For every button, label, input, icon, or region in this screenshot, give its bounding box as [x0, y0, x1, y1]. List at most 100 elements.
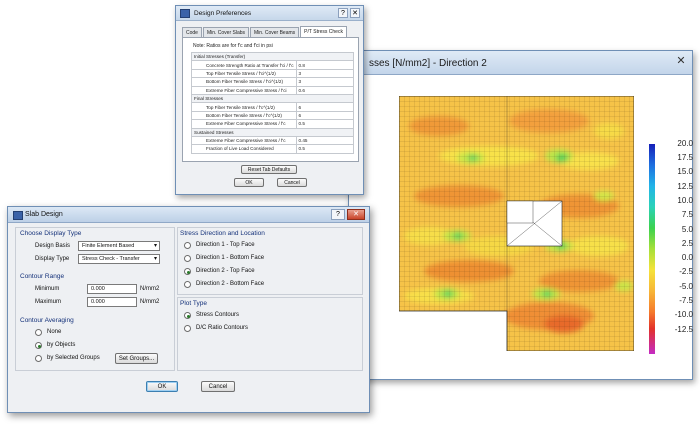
- slab-design-dialog: Slab Design ? ✕ Choose Display Type Desi…: [7, 206, 370, 413]
- row-label: Concrete Strength Ratio at Transfer f'ci…: [191, 60, 297, 70]
- legend-value: -7.5: [679, 296, 693, 305]
- averaging-none-radio[interactable]: [35, 329, 42, 336]
- legend-value: 10.0: [677, 196, 693, 205]
- maximum-input[interactable]: 0.000: [87, 297, 137, 307]
- stress-contours-label: Stress Contours: [196, 312, 240, 318]
- row-value[interactable]: 3: [295, 68, 355, 79]
- dc-ratio-contours-label: D/C Ratio Contours: [196, 325, 249, 331]
- averaging-by-groups-radio[interactable]: [35, 355, 42, 362]
- row-value[interactable]: 0.8: [295, 60, 355, 70]
- direction2-top-radio[interactable]: [184, 268, 191, 275]
- stress-check-panel: Note: Ratios are for f'c and f'ci in psi…: [182, 37, 359, 162]
- row-label: Bottom Fiber Tensile Stress / f'c^(1/2): [191, 110, 297, 121]
- table-row: Top Fiber Tensile Stress / f'ci^(1/2) 3: [191, 68, 355, 79]
- averaging-by-objects-label: by Objects: [47, 342, 76, 348]
- display-type-select[interactable]: Stress Check - Transfer ▾: [78, 254, 160, 264]
- contour-legend-labels: 20.0 17.5 15.0 12.5 10.0 7.5 5.0 2.5 0.0…: [657, 139, 693, 359]
- direction2-bottom-label: Direction 2 - Bottom Face: [196, 281, 265, 287]
- contour-range-heading: Contour Range: [20, 273, 65, 280]
- maximum-unit: N/mm2: [140, 299, 160, 305]
- legend-value: 12.5: [677, 182, 693, 191]
- row-value[interactable]: 6: [295, 102, 355, 112]
- display-type-value: Stress Check - Transfer: [82, 256, 140, 262]
- set-groups-button[interactable]: Set Groups...: [115, 353, 158, 364]
- table-row: Extreme Fiber Compressive Stress / f'c 0.…: [191, 119, 355, 129]
- ratio-note: Note: Ratios are for f'c and f'ci in psi: [193, 43, 273, 49]
- display-type-label: Display Type: [35, 256, 70, 262]
- legend-value: -5.0: [679, 282, 693, 291]
- row-label: Top Fiber Tensile Stress / f'ci^(1/2): [191, 68, 297, 79]
- minimum-unit: N/mm2: [140, 286, 160, 292]
- row-value[interactable]: 0.5: [295, 119, 355, 129]
- legend-value: 0.0: [681, 253, 693, 262]
- row-value[interactable]: 6: [295, 110, 355, 121]
- preferences-ok-button[interactable]: OK: [234, 178, 264, 187]
- plot-window-title: sses [N/mm2] - Direction 2: [349, 51, 692, 75]
- section-header: Final Stresses: [191, 93, 354, 104]
- row-label: Bottom Fiber Tensile Stress / f'ci^(1/2): [191, 77, 297, 87]
- legend-value: -12.5: [674, 325, 693, 334]
- table-row: Fraction of Live Load Considered 0.5: [191, 144, 355, 154]
- direction1-bottom-radio[interactable]: [184, 255, 191, 262]
- slab-window-buttons: ? ✕: [331, 209, 365, 220]
- row-value[interactable]: 0.6: [295, 85, 355, 95]
- section-header: Sustained Stresses: [191, 127, 354, 137]
- app-icon: [13, 211, 23, 220]
- averaging-by-objects-radio[interactable]: [35, 342, 42, 349]
- chevron-down-icon: ▾: [153, 243, 157, 249]
- ok-button[interactable]: OK: [146, 381, 178, 392]
- legend-value: 20.0: [677, 139, 693, 148]
- direction1-top-radio[interactable]: [184, 242, 191, 249]
- contour-color-scale: [649, 144, 655, 354]
- row-label: Extreme Fiber Compressive Stress / f'c: [191, 135, 297, 146]
- slab-contour-plot[interactable]: [399, 96, 634, 351]
- row-value[interactable]: 0.45: [295, 135, 355, 146]
- chevron-down-icon: ▾: [153, 256, 157, 262]
- table-row: Bottom Fiber Tensile Stress / f'c^(1/2) 6: [191, 110, 355, 121]
- table-row: Concrete Strength Ratio at Transfer f'ci…: [191, 60, 355, 70]
- slab-design-title: Slab Design: [8, 207, 369, 223]
- row-label: Extreme Fiber Compressive Stress / f'c: [191, 119, 297, 129]
- plot-close-icon[interactable]: ✕: [674, 55, 688, 69]
- close-icon[interactable]: ✕: [347, 209, 365, 220]
- legend-value: 7.5: [681, 210, 693, 219]
- section-header: Initial Stresses (Transfer): [191, 51, 354, 62]
- averaging-by-groups-label: by Selected Groups: [47, 355, 100, 361]
- help-icon[interactable]: ?: [338, 8, 348, 18]
- stress-contours-radio[interactable]: [184, 312, 191, 319]
- preferences-window-buttons: ? ✕: [338, 8, 360, 18]
- table-row: Extreme Fiber Compressive Stress / f'c 0.…: [191, 135, 355, 146]
- reset-tab-defaults-button[interactable]: Reset Tab Defaults: [241, 165, 297, 174]
- direction1-bottom-label: Direction 1 - Bottom Face: [196, 255, 265, 261]
- row-label: Fraction of Live Load Considered: [191, 144, 297, 154]
- direction2-bottom-radio[interactable]: [184, 281, 191, 288]
- stress-direction-heading: Stress Direction and Location: [180, 230, 265, 237]
- legend-value: -10.0: [674, 310, 693, 319]
- maximum-label: Maximum: [35, 299, 62, 305]
- plot-type-heading: Plot Type: [180, 300, 207, 307]
- stress-limits-table: Initial Stresses (Transfer) Concrete Str…: [191, 51, 355, 154]
- design-basis-label: Design Basis: [35, 243, 71, 249]
- minimum-input[interactable]: 0.000: [87, 284, 137, 294]
- minimum-label: Minimum: [35, 286, 60, 292]
- design-basis-value: Finite Element Based: [82, 243, 135, 249]
- row-value[interactable]: 0.5: [295, 144, 355, 154]
- row-label: Top Fiber Tensile Stress / f'c^(1/2): [191, 102, 297, 112]
- direction2-top-label: Direction 2 - Top Face: [196, 268, 255, 274]
- design-preferences-dialog: Design Preferences ? ✕ Code Min. Cover S…: [175, 5, 364, 195]
- preferences-title: Design Preferences: [176, 6, 363, 21]
- preferences-cancel-button[interactable]: Cancel: [277, 178, 307, 187]
- legend-value: 17.5: [677, 153, 693, 162]
- row-label: Extreme Fiber Compressive Stress / f'ci: [191, 85, 297, 95]
- design-basis-select[interactable]: Finite Element Based ▾: [78, 241, 160, 251]
- row-value[interactable]: 3: [295, 77, 355, 87]
- help-icon[interactable]: ?: [331, 209, 345, 220]
- stress-plot-window: sses [N/mm2] - Direction 2 ✕ 20.0 17.5 1…: [348, 50, 693, 380]
- display-type-heading: Choose Display Type: [20, 230, 82, 237]
- close-icon[interactable]: ✕: [350, 8, 360, 18]
- dc-ratio-contours-radio[interactable]: [184, 325, 191, 332]
- cancel-button[interactable]: Cancel: [201, 381, 235, 392]
- legend-value: 2.5: [681, 239, 693, 248]
- contour-averaging-heading: Contour Averaging: [20, 317, 74, 324]
- plot-area[interactable]: 20.0 17.5 15.0 12.5 10.0 7.5 5.0 2.5 0.0…: [349, 76, 693, 379]
